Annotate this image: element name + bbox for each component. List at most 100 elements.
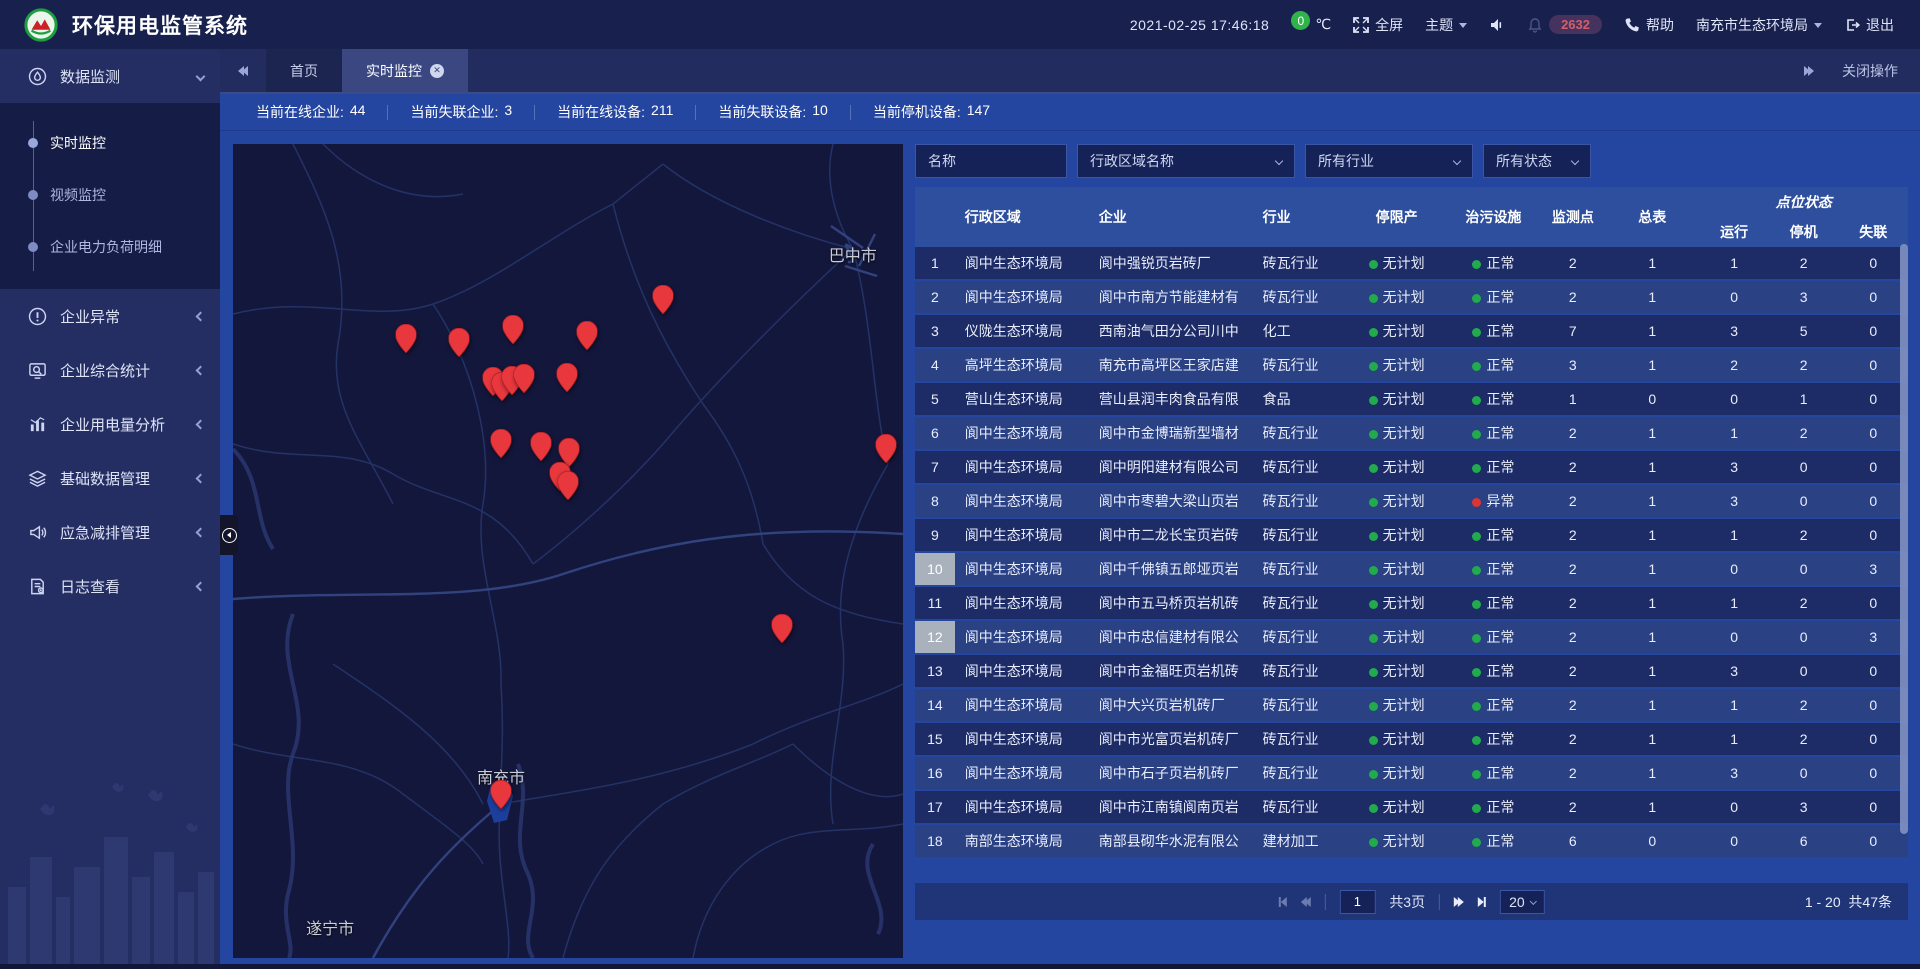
table-row[interactable]: 15阆中生态环境局阆中市光富页岩机砖厂砖瓦行业无计划正常21120 — [915, 723, 1908, 757]
chevron-left-icon — [196, 311, 206, 321]
logout-button[interactable]: 退出 — [1844, 15, 1894, 35]
map-pin[interactable] — [491, 429, 512, 463]
sidebar-group-label: 企业异常 — [60, 306, 120, 327]
stat-label: 当前在线企业: — [256, 102, 344, 122]
sidebar-item-实时监控[interactable]: 实时监控 — [0, 117, 220, 169]
close-operations-button[interactable]: 关闭操作 — [1842, 61, 1898, 81]
sidebar-group-企业异常[interactable]: 企业异常 — [0, 289, 220, 343]
sidebar-group-数据监测[interactable]: 数据监测 — [0, 49, 220, 103]
cell-company: 阆中千佛镇五郎垭页岩 — [1089, 553, 1253, 587]
map-pin[interactable] — [531, 432, 552, 466]
industry-select[interactable]: 所有行业 — [1305, 144, 1473, 178]
status-dot-icon — [1369, 770, 1378, 779]
cell-company: 阆中市光富页岩机砖厂 — [1089, 723, 1253, 757]
page-number-input[interactable]: 1 — [1339, 890, 1375, 914]
table-row[interactable]: 7阆中生态环境局阆中明阳建材有限公司砖瓦行业无计划正常21300 — [915, 451, 1908, 485]
col-header-总表: 总表 — [1605, 187, 1699, 247]
name-search-input[interactable]: 名称 — [915, 144, 1067, 178]
map-pin[interactable] — [395, 324, 416, 358]
sidebar-collapse-handle[interactable] — [220, 515, 238, 555]
table-row[interactable]: 1阆中生态环境局阆中强锐页岩砖厂砖瓦行业无计划正常21120 — [915, 247, 1908, 281]
table-row[interactable]: 2阆中生态环境局阆中市南方节能建材有砖瓦行业无计划正常21030 — [915, 281, 1908, 315]
table-row[interactable]: 6阆中生态环境局阆中市金博瑞新型墙材砖瓦行业无计划正常21120 — [915, 417, 1908, 451]
sidebar-group-label: 日志查看 — [60, 576, 120, 597]
tab-首页[interactable]: 首页 — [266, 49, 342, 92]
table-row[interactable]: 17阆中生态环境局阆中市江南镇阆南页岩砖瓦行业无计划正常21030 — [915, 791, 1908, 825]
cell-facility-status: 正常 — [1446, 791, 1540, 825]
col-header-group-点位状态: 点位状态 — [1699, 187, 1908, 217]
table-row[interactable]: 10阆中生态环境局阆中千佛镇五郎垭页岩砖瓦行业无计划正常21003 — [915, 553, 1908, 587]
map-pin[interactable] — [653, 285, 674, 319]
sidebar-group-基础数据管理[interactable]: 基础数据管理 — [0, 451, 220, 505]
cell-points: 2 — [1541, 723, 1606, 757]
table-row[interactable]: 12阆中生态环境局阆中市忠信建材有限公砖瓦行业无计划正常21003 — [915, 621, 1908, 655]
map-panel[interactable]: 巴中市南充市遂宁市 — [233, 144, 903, 958]
table-row[interactable]: 16阆中生态环境局阆中市石子页岩机砖厂砖瓦行业无计划正常21300 — [915, 757, 1908, 791]
table-scrollbar[interactable] — [1900, 244, 1908, 834]
page-size-select[interactable]: 20 — [1500, 890, 1545, 914]
fullscreen-button[interactable]: 全屏 — [1353, 15, 1403, 35]
sidebar-item-视频监控[interactable]: 视频监控 — [0, 169, 220, 221]
bottom-edge — [0, 964, 1920, 969]
table-row[interactable]: 8阆中生态环境局阆中市枣碧大梁山页岩砖瓦行业无计划异常21300 — [915, 485, 1908, 519]
map-pin[interactable] — [491, 780, 512, 814]
map-pin[interactable] — [558, 471, 579, 505]
cell-lost: 0 — [1838, 791, 1908, 825]
stats-screen-icon — [28, 361, 47, 380]
notifications[interactable]: 2632 — [1527, 15, 1602, 34]
table-row[interactable]: 9阆中生态环境局阆中市二龙长宝页岩砖砖瓦行业无计划正常21120 — [915, 519, 1908, 553]
table-row[interactable]: 11阆中生态环境局阆中市五马桥页岩机砖砖瓦行业无计划正常21120 — [915, 587, 1908, 621]
status-dot-icon — [1472, 430, 1481, 439]
cell-lost: 0 — [1838, 315, 1908, 349]
cell-facility-status: 正常 — [1446, 553, 1540, 587]
sidebar-group-应急减排管理[interactable]: 应急减排管理 — [0, 505, 220, 559]
sidebar-group-企业用电量分析[interactable]: 企业用电量分析 — [0, 397, 220, 451]
map-pin[interactable] — [556, 363, 577, 397]
sidebar-group-企业综合统计[interactable]: 企业综合统计 — [0, 343, 220, 397]
table-row[interactable]: 4高坪生态环境局南充市高坪区王家店建砖瓦行业无计划正常31220 — [915, 349, 1908, 383]
cell-facility-status: 异常 — [1446, 485, 1540, 519]
status-select[interactable]: 所有状态 — [1483, 144, 1591, 178]
map-pin[interactable] — [576, 321, 597, 355]
status-dot-icon — [1472, 464, 1481, 473]
help-button[interactable]: 帮助 — [1624, 15, 1674, 35]
map-pin[interactable] — [772, 614, 793, 648]
cell-num: 3 — [915, 315, 955, 349]
sidebar-group-日志查看[interactable]: 日志查看 — [0, 559, 220, 613]
submenu-dot-icon — [28, 138, 38, 148]
region-select[interactable]: 行政区域名称 — [1077, 144, 1295, 178]
cell-meters: 0 — [1605, 383, 1699, 417]
last-page-button[interactable] — [1478, 897, 1486, 907]
map-pin[interactable] — [449, 328, 470, 362]
cell-lost: 0 — [1838, 485, 1908, 519]
tab-close-icon[interactable]: ✕ — [430, 64, 444, 78]
status-dot-icon — [1472, 498, 1481, 507]
table-row[interactable]: 5营山生态环境局营山县润丰肉食品有限食品无计划正常10010 — [915, 383, 1908, 417]
next-page-button[interactable] — [1454, 897, 1464, 907]
map-pin[interactable] — [503, 315, 524, 349]
cell-halt: 2 — [1769, 417, 1839, 451]
map-pin[interactable] — [513, 364, 534, 398]
table-row[interactable]: 18南部生态环境局南部县砌华水泥有限公建材加工无计划正常60060 — [915, 825, 1908, 859]
tab-实时监控[interactable]: 实时监控✕ — [342, 49, 468, 92]
prev-page-button[interactable] — [1300, 897, 1310, 907]
cell-lost: 3 — [1838, 621, 1908, 655]
tab-bar: 首页 实时监控✕ 关闭操作 — [220, 49, 1920, 94]
tab-label: 首页 — [290, 61, 318, 81]
sidebar-item-企业电力负荷明细[interactable]: 企业电力负荷明细 — [0, 221, 220, 273]
theme-dropdown[interactable]: 主题 — [1425, 15, 1467, 35]
cell-stop-production: 无计划 — [1347, 281, 1446, 315]
tabs-scroll-right-button[interactable] — [1804, 66, 1814, 76]
cell-stop-production: 无计划 — [1347, 383, 1446, 417]
table-row[interactable]: 3仪陇生态环境局西南油气田分公司川中化工无计划正常71350 — [915, 315, 1908, 349]
tabs-scroll-left-button[interactable] — [220, 49, 266, 92]
sound-mute-button[interactable] — [1489, 17, 1505, 33]
org-dropdown[interactable]: 南充市生态环境局 — [1696, 15, 1822, 35]
map-pin[interactable] — [875, 434, 896, 468]
table-row[interactable]: 14阆中生态环境局阆中大兴页岩机砖厂砖瓦行业无计划正常21120 — [915, 689, 1908, 723]
cell-num: 17 — [915, 791, 955, 825]
stat-当前停机设备: 当前停机设备:147 — [851, 102, 1012, 122]
table-row[interactable]: 13阆中生态环境局阆中市金福旺页岩机砖砖瓦行业无计划正常21300 — [915, 655, 1908, 689]
cell-stop-production: 无计划 — [1347, 349, 1446, 383]
first-page-button[interactable] — [1278, 897, 1286, 907]
